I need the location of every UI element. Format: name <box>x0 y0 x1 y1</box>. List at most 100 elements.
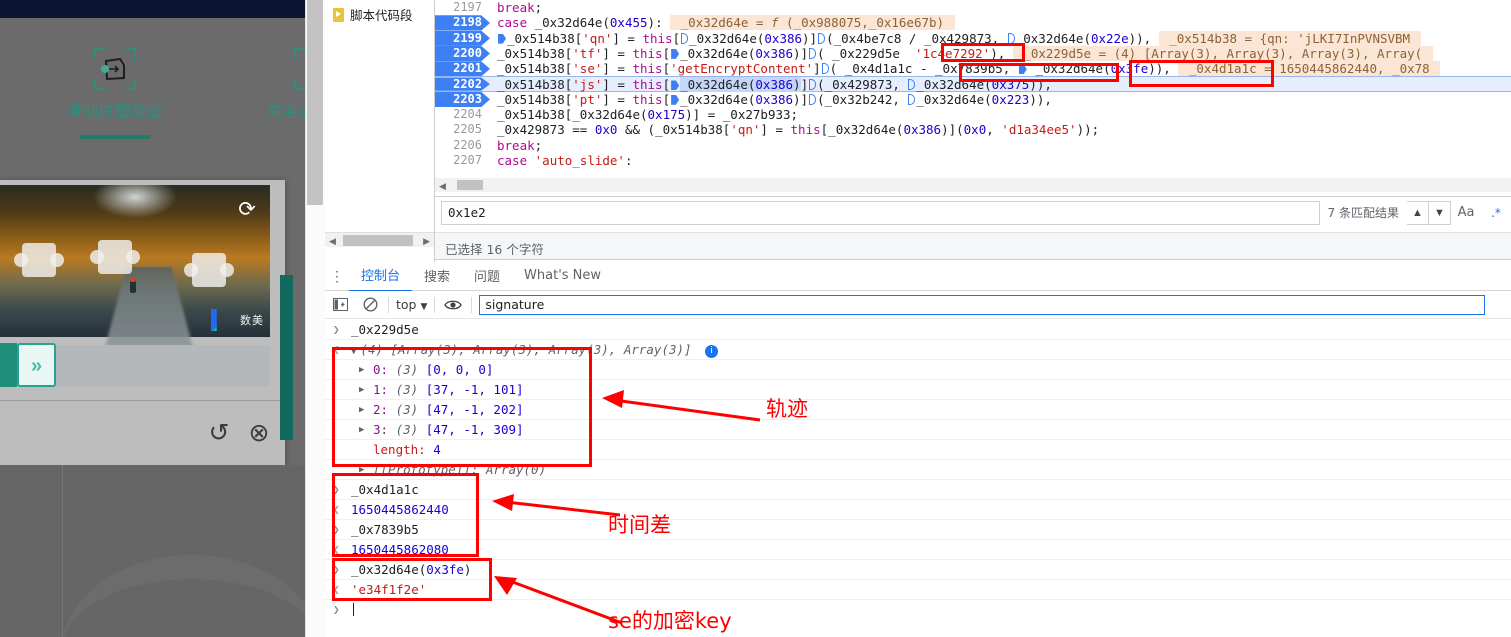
code-line[interactable]: 2205_0x429873 == 0x0 && (_0x514b38['qn']… <box>435 122 1511 137</box>
line-number[interactable]: 2202 <box>435 77 490 90</box>
property-meta: (3) <box>396 402 419 417</box>
console-result-value: 1650445862080 <box>351 542 449 557</box>
refresh-captcha-icon[interactable]: ⟳ <box>236 199 258 221</box>
line-number[interactable]: 2205 <box>435 122 490 137</box>
property-meta: (3) <box>396 362 419 377</box>
sources-navigator: 脚本代码段 ◀ ▶ <box>325 0 435 265</box>
line-number[interactable]: 2198 <box>435 15 490 30</box>
code-line[interactable]: 2204_0x514b38[_0x32d64e(0x175)] = _0x27b… <box>435 107 1511 122</box>
console-output: ❯ _0x229d5e ❮ ▼(4) [Array(3), Array(3), … <box>325 320 1511 637</box>
line-number[interactable]: 2197 <box>435 0 490 15</box>
expand-triangle-icon[interactable]: ▶ <box>359 380 364 400</box>
sources-search-bar: 7 条匹配结果 ▲ ▼ Aa .* <box>435 196 1511 228</box>
captcha-choice-slide-puzzle[interactable]: 滑动拼图验证 <box>50 48 180 139</box>
match-case-toggle[interactable]: Aa <box>1451 205 1481 220</box>
property-key: 1: <box>373 382 388 397</box>
code-line[interactable]: 2197break; <box>435 0 1511 15</box>
puzzle-piece[interactable] <box>192 253 226 287</box>
snippet-file-icon <box>333 8 344 22</box>
console-expression: _0x229d5e <box>351 322 419 337</box>
code-line[interactable]: 2203_0x514b38['pt'] = this[_0x32d64e(0x3… <box>435 92 1511 107</box>
execution-context-label: top <box>396 297 416 312</box>
search-next-button[interactable]: ▼ <box>1429 201 1451 225</box>
property-key: length: <box>373 442 426 457</box>
expand-triangle-icon[interactable]: ▼ <box>351 342 356 362</box>
expand-triangle-icon[interactable]: ▶ <box>359 460 364 480</box>
close-icon[interactable]: ⊗ <box>245 419 273 447</box>
console-result-value: 'e34f1f2e' <box>351 582 426 597</box>
line-number[interactable]: 2199 <box>435 31 490 46</box>
refresh-icon[interactable]: ↺ <box>205 419 233 447</box>
line-number[interactable]: 2204 <box>435 107 490 122</box>
sources-nav-hscroll-thumb[interactable] <box>343 235 413 246</box>
output-chevron-icon: ❮ <box>333 500 340 520</box>
brand-logo: 数美 <box>211 309 264 331</box>
more-options-icon[interactable]: ⋮ <box>325 271 349 281</box>
chevron-down-icon: ▼ <box>420 302 427 312</box>
scroll-right-icon[interactable]: ▶ <box>423 236 430 247</box>
code-line[interactable]: 2198case _0x32d64e(0x455): _0x32d64e = f… <box>435 15 1511 30</box>
line-number[interactable]: 2206 <box>435 138 490 153</box>
line-number[interactable]: 2201 <box>435 61 490 76</box>
scroll-left-icon[interactable]: ◀ <box>439 181 446 192</box>
slider-filled-bar <box>0 343 17 387</box>
expand-triangle-icon[interactable]: ▶ <box>359 400 364 420</box>
info-icon[interactable]: i <box>705 345 718 358</box>
code-line[interactable]: 2201_0x514b38['se'] = this['getEncryptCo… <box>435 61 1511 76</box>
tab-issues[interactable]: 问题 <box>462 262 512 291</box>
captcha-page: 滑动拼图验证 文字点选验证 ⟳ 数美 <box>0 0 325 637</box>
code-line[interactable]: 2206break; <box>435 138 1511 153</box>
slide-puzzle-icon <box>94 48 136 90</box>
line-number[interactable]: 2200 <box>435 46 490 61</box>
live-expression-icon[interactable] <box>438 291 468 319</box>
captcha-background-image: ⟳ 数美 <box>0 185 270 337</box>
sources-nav-item-snippets[interactable]: 脚本代码段 <box>325 0 434 24</box>
execution-context-selector[interactable]: top ▼ <box>392 297 431 312</box>
sources-nav-item-label: 脚本代码段 <box>350 5 413 24</box>
line-number[interactable]: 2203 <box>435 92 490 107</box>
console-input-row: ❯ _0x4d1a1c <box>325 480 1511 500</box>
slider-handle[interactable]: » <box>17 343 56 387</box>
property-key: 0: <box>373 362 388 377</box>
console-property-row: ▶ 1: (3) [37, -1, 101] <box>325 380 1511 400</box>
expand-triangle-icon[interactable]: ▶ <box>359 420 364 440</box>
console-property-row: length: 4 <box>325 440 1511 460</box>
line-number[interactable]: 2207 <box>435 153 490 168</box>
code-hscroll-thumb[interactable] <box>457 180 483 190</box>
code-hscrollbar[interactable]: ◀ <box>435 178 1511 192</box>
console-filter-input[interactable] <box>479 295 1485 315</box>
image-road <box>104 267 193 350</box>
expand-triangle-icon[interactable]: ▶ <box>359 360 364 380</box>
property-key: 3: <box>373 422 388 437</box>
console-sidebar-icon[interactable] <box>325 291 355 319</box>
clear-console-icon[interactable] <box>355 291 385 319</box>
regex-toggle[interactable]: .* <box>1481 206 1511 220</box>
tab-console[interactable]: 控制台 <box>349 261 412 292</box>
scroll-left-icon[interactable]: ◀ <box>329 236 336 247</box>
search-prev-button[interactable]: ▲ <box>1407 201 1429 225</box>
property-value: [37, -1, 101] <box>426 382 524 397</box>
input-chevron-icon: ❯ <box>333 520 340 540</box>
console-prompt-caret <box>353 603 354 616</box>
tab-search[interactable]: 搜索 <box>412 262 462 291</box>
property-value: [47, -1, 202] <box>426 402 524 417</box>
captcha-choice-label: 滑动拼图验证 <box>50 100 180 121</box>
page-scrollbar-thumb[interactable] <box>307 0 323 205</box>
code-line[interactable]: 2200_0x514b38['tf'] = this[_0x32d64e(0x3… <box>435 46 1511 61</box>
page-bottom-area <box>0 465 305 637</box>
selection-status: 已选择 16 个字符 <box>435 232 1511 260</box>
code-line[interactable]: 2199_0x514b38['qn'] = this[_0x32d64e(0x3… <box>435 31 1511 46</box>
tab-whats-new[interactable]: What's New <box>512 264 613 289</box>
code-line[interactable]: 2207case 'auto_slide': <box>435 153 1511 168</box>
code-line[interactable]: 2202_0x514b38['js'] = this[_0x32d64e(0x3… <box>435 76 1511 91</box>
sources-nav-hscrollbar[interactable]: ◀ ▶ <box>325 232 434 247</box>
console-result-row: ❮ ▼(4) [Array(3), Array(3), Array(3), Ar… <box>325 340 1511 360</box>
brand-mark-icon <box>211 309 237 331</box>
code-editor[interactable]: 2197break;2198case _0x32d64e(0x455): _0x… <box>435 0 1511 184</box>
search-input[interactable] <box>441 201 1320 225</box>
brand-name: 数美 <box>240 312 264 328</box>
console-prompt-row[interactable]: ❯ <box>325 600 1511 620</box>
console-result-row: ❮ 1650445862440 <box>325 500 1511 520</box>
annotation-label-se-key: se的加密key <box>608 605 732 635</box>
console-result-row: ❮ 1650445862080 <box>325 540 1511 560</box>
